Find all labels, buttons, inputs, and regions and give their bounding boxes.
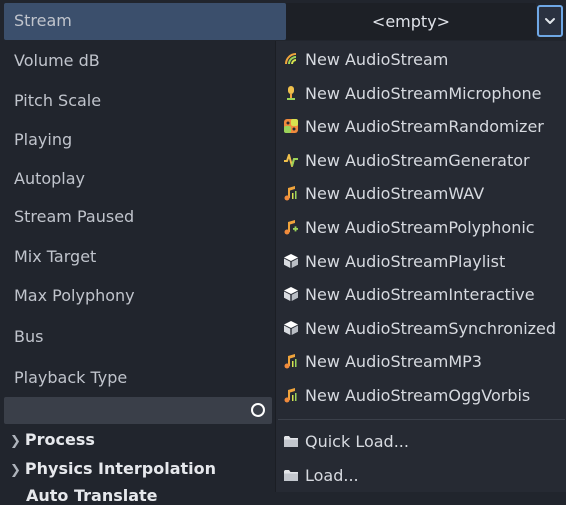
menu-item-new-audiostreamwav[interactable]: New AudioStreamWAV	[276, 177, 566, 209]
menu-item-label: Load...	[305, 465, 359, 485]
menu-item-new-audiostreammp3[interactable]: New AudioStreamMP3	[276, 345, 566, 377]
property-label-playback-type: Playback Type	[14, 368, 128, 387]
menu-item-quick-load[interactable]: Quick Load...	[276, 425, 566, 457]
menu-item-load[interactable]: Load...	[276, 459, 566, 491]
ghost-circle-icon	[251, 403, 265, 417]
property-label-mix-target: Mix Target	[14, 247, 97, 266]
section-physics-interpolation-label: Physics Interpolation	[24, 459, 217, 478]
property-label-bus: Bus	[14, 327, 44, 346]
synchronized-cube-icon	[283, 320, 299, 336]
menu-item-label: Quick Load...	[305, 431, 409, 451]
menu-separator	[278, 419, 565, 420]
stream-type-menu: New AudioStream New AudioStreamMicrophon…	[275, 41, 566, 492]
menu-item-label: New AudioStreamWAV	[305, 183, 485, 203]
property-label-max-polyphony: Max Polyphony	[14, 286, 135, 305]
mp3-icon	[283, 353, 299, 369]
menu-item-new-audiostreampolyphonic[interactable]: New AudioStreamPolyphonic	[276, 211, 566, 243]
menu-item-new-audiostreamoggvorbis[interactable]: New AudioStreamOggVorbis	[276, 379, 566, 411]
ogg-vorbis-icon	[283, 387, 299, 403]
section-auto-translate[interactable]: Auto Translate	[26, 486, 158, 505]
property-label-autoplay: Autoplay	[14, 169, 86, 188]
menu-item-label: New AudioStreamSynchronized	[305, 318, 557, 338]
section-physics-interpolation[interactable]: ❯ Physics Interpolation	[10, 459, 216, 478]
microphone-icon	[283, 85, 299, 101]
menu-item-new-audiostreamrandomizer[interactable]: New AudioStreamRandomizer	[276, 110, 566, 142]
chevron-right-icon: ❯	[10, 434, 21, 449]
section-process-label: Process	[24, 430, 95, 449]
menu-item-new-audiostreammicrophone[interactable]: New AudioStreamMicrophone	[276, 77, 566, 109]
folder-icon	[283, 467, 299, 483]
menu-item-new-audiostreaminteractive[interactable]: New AudioStreamInteractive	[276, 278, 566, 310]
audio-stream-icon	[283, 51, 299, 67]
property-label-stream-paused: Stream Paused	[14, 207, 135, 226]
playlist-cube-icon	[283, 253, 299, 269]
stream-dropdown-button[interactable]	[537, 5, 563, 37]
stream-value-field[interactable]: <empty>	[286, 3, 536, 40]
wav-icon	[283, 185, 299, 201]
folder-icon	[283, 433, 299, 449]
menu-item-label: New AudioStream	[305, 49, 449, 69]
generator-icon	[283, 152, 299, 168]
ghost-property-row	[4, 397, 272, 424]
property-label-playing: Playing	[14, 130, 73, 149]
menu-item-label: New AudioStreamRandomizer	[305, 116, 544, 136]
randomizer-icon	[283, 118, 299, 134]
chevron-down-icon	[545, 18, 555, 24]
property-label-pitch-scale: Pitch Scale	[14, 91, 102, 110]
menu-item-new-audiostreamgenerator[interactable]: New AudioStreamGenerator	[276, 144, 566, 176]
menu-item-new-audiostream[interactable]: New AudioStream	[276, 43, 566, 75]
menu-item-new-audiostreamsynchronized[interactable]: New AudioStreamSynchronized	[276, 312, 566, 344]
menu-item-label: New AudioStreamGenerator	[305, 150, 530, 170]
menu-item-new-audiostreamplaylist[interactable]: New AudioStreamPlaylist	[276, 245, 566, 277]
menu-item-label: New AudioStreamPolyphonic	[305, 217, 535, 237]
menu-item-label: New AudioStreamPlaylist	[305, 251, 506, 271]
menu-item-label: New AudioStreamMP3	[305, 351, 482, 371]
polyphonic-icon	[283, 219, 299, 235]
section-process[interactable]: ❯ Process	[10, 430, 95, 449]
property-label-volume-db: Volume dB	[14, 51, 100, 70]
menu-item-label: New AudioStreamMicrophone	[305, 83, 542, 103]
chevron-right-icon: ❯	[10, 463, 21, 478]
menu-item-label: New AudioStreamOggVorbis	[305, 385, 531, 405]
interactive-cube-icon	[283, 286, 299, 302]
stream-value-text: <empty>	[371, 12, 451, 31]
menu-item-label: New AudioStreamInteractive	[305, 284, 535, 304]
property-label-stream: Stream	[14, 11, 72, 30]
